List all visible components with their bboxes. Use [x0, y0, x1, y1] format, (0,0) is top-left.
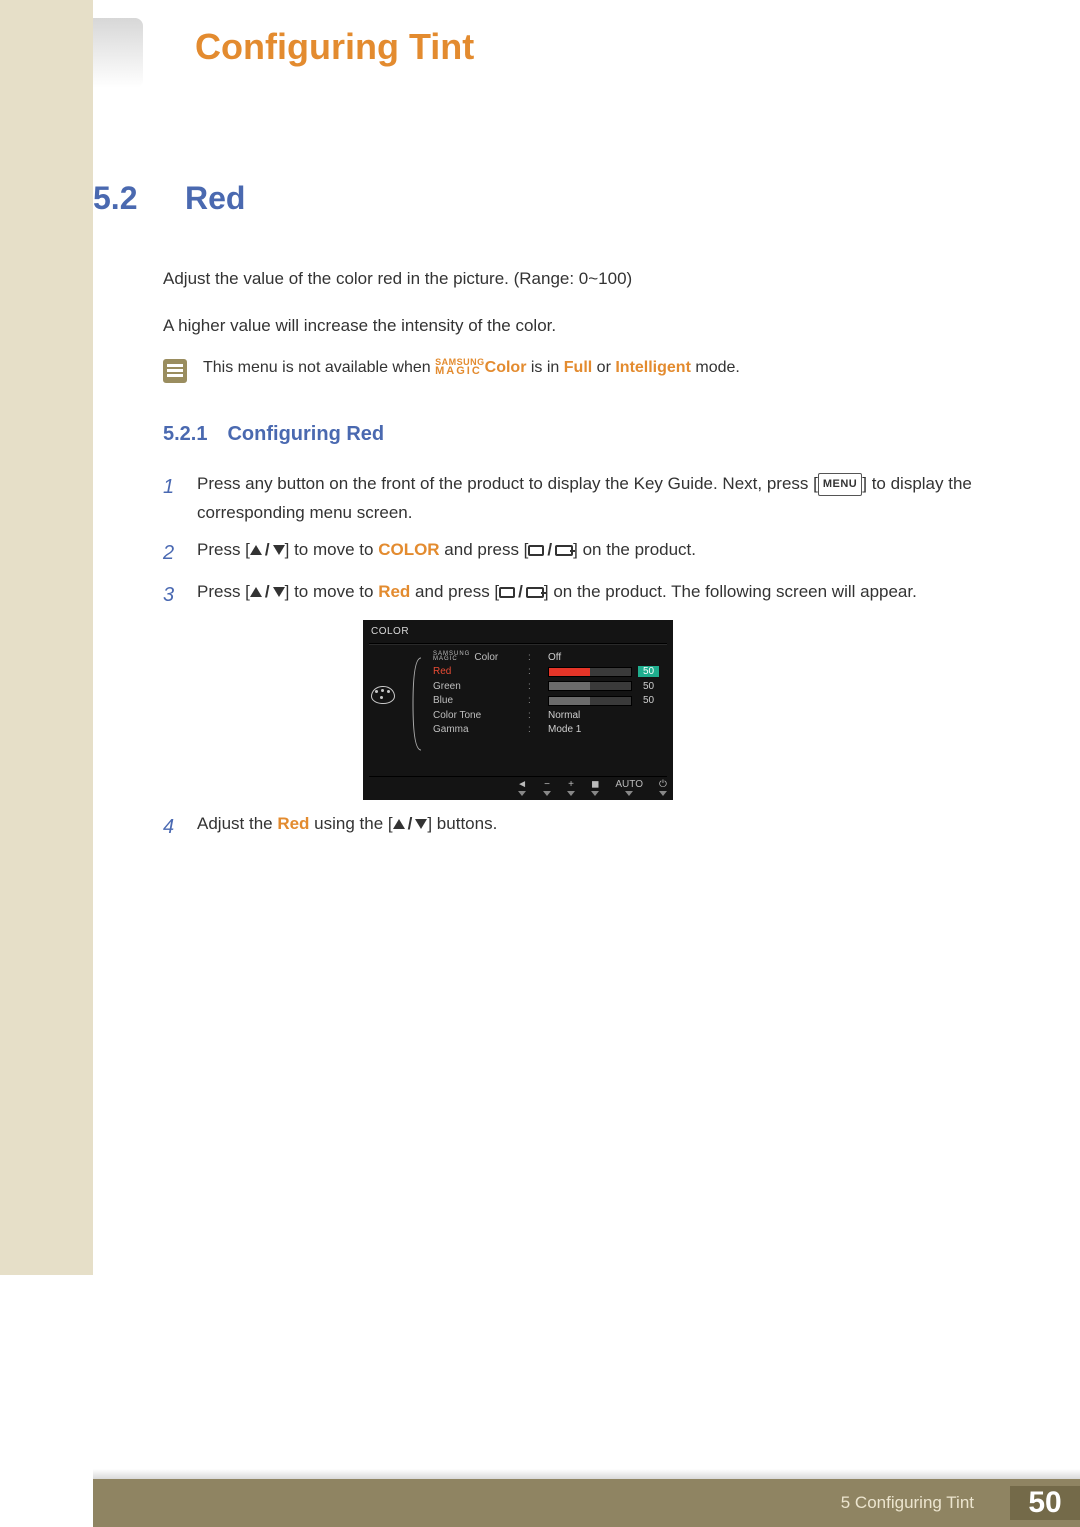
section-title: Red [185, 180, 245, 217]
osd-label-gamma: Gamma [433, 724, 518, 735]
osd-power-icon: ⏻ [659, 780, 667, 796]
up-down-icon: / [250, 536, 285, 565]
magic-suffix: Color [485, 359, 527, 376]
enter-source-icon: / [499, 578, 544, 607]
s3-red: Red [378, 582, 410, 601]
osd-auto-label: AUTO [615, 780, 643, 796]
s3-b: ] to move to [285, 582, 379, 601]
osd-label-magic: SAMSUNGMAGIC Color [433, 652, 518, 663]
s2-a: Press [ [197, 540, 250, 559]
osd-val-magic: Off [548, 652, 665, 663]
page-title: Configuring Tint [195, 26, 474, 68]
step-4-text: Adjust the Red using the [/] buttons. [197, 810, 497, 844]
osd-minus-icon: − [543, 780, 551, 796]
note-end: mode. [695, 359, 739, 376]
osd-val-red: 50 [548, 666, 665, 677]
s3-d: ] on the product. The following screen w… [544, 582, 917, 601]
osd-colons: :::::: [528, 652, 538, 736]
s2-c: and press [ [440, 540, 529, 559]
left-rail [0, 0, 93, 1275]
osd-icon-column [371, 652, 401, 736]
step-3-num: 3 [163, 578, 179, 612]
osd-body: SAMSUNGMAGIC Color Red Green Blue Color … [363, 652, 673, 736]
s4-b: using the [ [309, 814, 392, 833]
osd-title: COLOR [363, 620, 673, 643]
osd-green-value: 50 [638, 681, 659, 692]
note-or: or [597, 359, 616, 376]
osd-labels: SAMSUNGMAGIC Color Red Green Blue Color … [433, 652, 518, 736]
section-heading: 5.2 Red [93, 180, 983, 217]
step-3: 3 Press [/] to move to Red and press [/]… [163, 578, 983, 612]
step-1: 1 Press any button on the front of the p… [163, 470, 983, 528]
s3-c: and press [ [410, 582, 499, 601]
menu-button-icon: MENU [818, 473, 862, 496]
enter-source-icon: / [528, 536, 573, 565]
note-text: This menu is not available when SAMSUNG … [203, 359, 740, 377]
s2-b: ] to move to [285, 540, 379, 559]
footer-band: 5 Configuring Tint 50 [93, 1479, 1080, 1527]
osd-footer: ◄ − + ◼ AUTO ⏻ [369, 776, 667, 796]
intro-line-1: Adjust the value of the color red in the… [163, 265, 983, 294]
osd-enter-icon: ◼ [591, 780, 599, 796]
s4-a: Adjust the [197, 814, 277, 833]
step-4-num: 4 [163, 810, 179, 844]
magic-bot: MAGIC [435, 367, 485, 376]
step-2-num: 2 [163, 536, 179, 570]
osd-bracket [411, 652, 423, 736]
osd-label-red: Red [433, 666, 518, 677]
s2-d: ] on the product. [573, 540, 696, 559]
osd-val-green: 50 [548, 681, 665, 692]
step-2-text: Press [/] to move to COLOR and press [/]… [197, 536, 696, 570]
step-2: 2 Press [/] to move to COLOR and press [… [163, 536, 983, 570]
steps-list: 1 Press any button on the front of the p… [163, 470, 983, 844]
intro-line-2: A higher value will increase the intensi… [163, 312, 983, 341]
osd-label-blue: Blue [433, 695, 518, 706]
osd-val-blue: 50 [548, 695, 665, 706]
osd-values: Off 50 50 50 Normal Mode 1 [548, 652, 665, 736]
subsection-title: Configuring Red [227, 423, 384, 446]
osd-label-green: Green [433, 681, 518, 692]
samsung-magic-logo: SAMSUNG MAGIC [435, 359, 485, 376]
osd-label-tone: Color Tone [433, 710, 518, 721]
step-1-num: 1 [163, 470, 179, 528]
note-mid: is in [531, 359, 564, 376]
footer-page-number: 50 [1010, 1486, 1080, 1520]
footer-path: 5 Configuring Tint [841, 1493, 992, 1513]
osd-val-gamma: Mode 1 [548, 724, 665, 735]
s3-a: Press [ [197, 582, 250, 601]
section-number: 5.2 [93, 180, 155, 217]
up-down-icon: / [250, 578, 285, 607]
osd-separator [369, 643, 667, 644]
osd-blue-value: 50 [638, 695, 659, 706]
palette-icon [371, 686, 395, 704]
chapter-tab [93, 18, 143, 88]
footer-shadow [93, 1469, 1080, 1479]
osd-back-icon: ◄ [517, 780, 527, 796]
osd-plus-icon: + [567, 780, 575, 796]
step-1-text: Press any button on the front of the pro… [197, 470, 983, 528]
s1-a: Press any button on the front of the pro… [197, 474, 818, 493]
s2-color: COLOR [378, 540, 439, 559]
step-3-text: Press [/] to move to Red and press [/] o… [197, 578, 917, 612]
note-icon [163, 359, 187, 383]
osd-screenshot: COLOR SAMSUNGMAGIC Color Red [363, 620, 673, 800]
intro-block: Adjust the value of the color red in the… [163, 265, 983, 341]
s4-c: ] buttons. [427, 814, 497, 833]
up-down-icon: / [393, 810, 428, 839]
osd-val-tone: Normal [548, 710, 665, 721]
note-row: This menu is not available when SAMSUNG … [163, 359, 983, 383]
main-content: 5.2 Red Adjust the value of the color re… [93, 180, 983, 852]
osd-red-value: 50 [638, 666, 659, 677]
subsection-heading: 5.2.1 Configuring Red [163, 423, 983, 446]
subsection-number: 5.2.1 [163, 423, 207, 446]
step-4: 4 Adjust the Red using the [/] buttons. [163, 810, 983, 844]
s4-red: Red [277, 814, 309, 833]
note-pre: This menu is not available when [203, 359, 435, 376]
note-full: Full [564, 359, 592, 376]
note-intelligent: Intelligent [615, 359, 691, 376]
